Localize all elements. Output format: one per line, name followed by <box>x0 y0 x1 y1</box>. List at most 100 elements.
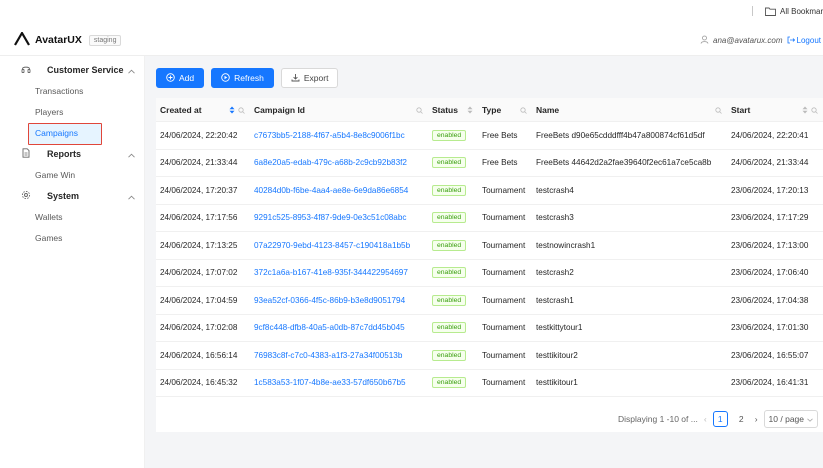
column-header-created-at[interactable]: Created at <box>156 98 250 121</box>
table-row[interactable]: 24/06/2024, 17:07:02 372c1a6a-b167-41e8-9… <box>156 260 823 287</box>
chevron-up-icon <box>128 150 135 160</box>
sidebar-item-game-win[interactable]: Game Win <box>0 164 144 185</box>
table-header: Created at Campaign Id Status Type Name … <box>156 98 823 122</box>
menu-group-customer-service[interactable]: Customer Service <box>0 59 144 80</box>
search-icon[interactable] <box>238 106 245 116</box>
cell-created-at: 24/06/2024, 17:13:25 <box>160 240 238 250</box>
table-row[interactable]: 24/06/2024, 17:13:25 07a22970-9ebd-4123-8… <box>156 232 823 260</box>
cell-campaign-id-link[interactable]: 93ea52cf-0366-4f5c-86b9-b3e8d9051794 <box>250 296 428 305</box>
add-button[interactable]: Add <box>156 68 205 88</box>
previous-page-icon[interactable]: ‹ <box>704 414 707 424</box>
column-header-label: Type <box>482 104 502 115</box>
sidebar-item-label: Wallets <box>35 211 63 222</box>
column-header-start[interactable]: Start <box>727 98 823 121</box>
column-header-label: Status <box>432 104 458 115</box>
menu-group-label: System <box>47 190 80 201</box>
environment-badge: staging <box>88 34 122 46</box>
table-row[interactable]: 24/06/2024, 17:04:59 93ea52cf-0366-4f5c-8… <box>156 287 823 315</box>
logout-icon <box>787 36 795 46</box>
search-icon[interactable] <box>715 106 722 116</box>
sidebar-item-campaigns[interactable]: Campaigns <box>0 122 144 145</box>
logout-link[interactable]: Logout <box>787 36 821 46</box>
cell-start: 23/06/2024, 16:41:31 <box>731 378 809 388</box>
logo[interactable]: AvatarUX staging <box>14 31 122 48</box>
menu-group-reports[interactable]: Reports <box>0 143 144 164</box>
page-size-select[interactable]: 10 / page <box>763 410 818 428</box>
cell-name: testtikitour2 <box>536 350 578 360</box>
cell-type: Free Bets <box>482 130 518 140</box>
cell-type: Free Bets <box>482 158 518 168</box>
search-icon[interactable] <box>416 106 423 116</box>
sidebar-item-wallets[interactable]: Wallets <box>0 206 144 227</box>
status-badge: enabled <box>432 377 467 389</box>
table-row[interactable]: 24/06/2024, 22:20:42 c7673bb5-2188-4f67-a… <box>156 122 823 150</box>
table-row[interactable]: 24/06/2024, 16:56:14 76983c8f-c7c0-4383-a… <box>156 342 823 370</box>
status-badge: enabled <box>432 239 467 251</box>
refresh-button[interactable]: Refresh <box>211 68 274 88</box>
column-header-label: Created at <box>160 104 202 115</box>
cell-campaign-id-link[interactable]: 9291c525-8953-4f87-9de9-0e3c51c08abc <box>250 213 428 222</box>
cell-campaign-id-link[interactable]: 6a8e20a5-edab-479c-a68b-2c9cb92b83f2 <box>250 158 428 167</box>
folder-icon <box>765 7 776 16</box>
sort-icon[interactable] <box>802 106 808 116</box>
cell-status: enabled <box>428 294 478 306</box>
cell-created-at: 24/06/2024, 17:20:37 <box>160 185 238 195</box>
sidebar-item-games[interactable]: Games <box>0 227 144 248</box>
export-button-label: Export <box>303 73 329 83</box>
cell-type: Tournament <box>482 185 526 195</box>
table-row[interactable]: 24/06/2024, 17:02:08 9cf8c448-dfb8-40a5-a… <box>156 315 823 342</box>
cell-campaign-id-link[interactable]: c7673bb5-2188-4f67-a5b4-8e8c9006f1bc <box>250 131 428 140</box>
all-bookmarks-button[interactable]: All Bookmarks <box>765 5 823 17</box>
cell-name: FreeBets d90e65cdddfff4b47a800874cf61d5d… <box>536 130 705 140</box>
cell-name: testcrash4 <box>536 185 574 195</box>
table-row[interactable]: 24/06/2024, 21:33:44 6a8e20a5-edab-479c-a… <box>156 150 823 177</box>
cell-type: Tournament <box>482 350 526 360</box>
cell-start: 23/06/2024, 17:04:38 <box>731 295 809 305</box>
column-header-label: Start <box>731 104 751 115</box>
sidebar-item-transactions[interactable]: Transactions <box>0 80 144 101</box>
chevron-up-icon <box>128 66 135 76</box>
cell-start: 23/06/2024, 17:13:00 <box>731 240 809 250</box>
next-page-icon[interactable]: › <box>755 414 758 424</box>
column-header-status[interactable]: Status <box>428 98 478 121</box>
headset-icon <box>21 64 31 76</box>
toolbar: Add Refresh Export <box>156 68 339 88</box>
logout-label: Logout <box>796 36 821 45</box>
search-icon[interactable] <box>520 106 527 116</box>
gear-icon <box>21 190 31 202</box>
column-header-name[interactable]: Name <box>532 98 727 121</box>
page-button-current[interactable]: 1 <box>712 411 728 427</box>
sidebar-item-players[interactable]: Players <box>0 101 144 122</box>
column-header-icons <box>520 106 527 116</box>
cell-campaign-id-link[interactable]: 76983c8f-c7c0-4383-a1f3-27a34f00513b <box>250 351 428 360</box>
status-badge: enabled <box>432 349 467 361</box>
column-header-type[interactable]: Type <box>478 98 532 121</box>
cell-created-at: 24/06/2024, 17:07:02 <box>160 268 238 278</box>
download-icon <box>291 73 300 84</box>
page-button-next[interactable]: 2 <box>734 411 749 427</box>
cell-campaign-id-link[interactable]: 07a22970-9ebd-4123-8457-c190418a1b5b <box>250 241 428 250</box>
cell-campaign-id-link[interactable]: 9cf8c448-dfb8-40a5-a0db-87c7dd45b045 <box>250 323 428 332</box>
table-row[interactable]: 24/06/2024, 17:17:56 9291c525-8953-4f87-9… <box>156 205 823 232</box>
cell-campaign-id-link[interactable]: 40284d0b-f6be-4aa4-ae8e-6e9da86e6854 <box>250 186 428 195</box>
menu-group-system[interactable]: System <box>0 185 144 206</box>
status-badge: enabled <box>432 184 467 196</box>
main-content: Add Refresh Export Created at Campaign I… <box>145 56 823 468</box>
sidebar-item-label: Game Win <box>35 169 76 180</box>
status-badge: enabled <box>432 322 467 334</box>
cell-campaign-id-link[interactable]: 1c583a53-1f07-4b8e-ae33-57df650b67b5 <box>250 378 428 387</box>
cell-status: enabled <box>428 212 478 224</box>
column-header-icons <box>802 106 818 116</box>
table-row[interactable]: 24/06/2024, 17:20:37 40284d0b-f6be-4aa4-a… <box>156 177 823 205</box>
sort-icon[interactable] <box>467 106 473 116</box>
column-header-campaign-id[interactable]: Campaign Id <box>250 98 428 121</box>
all-bookmarks-label: All Bookmarks <box>780 6 823 16</box>
table-row[interactable]: 24/06/2024, 16:45:32 1c583a53-1f07-4b8e-a… <box>156 370 823 397</box>
cell-campaign-id-link[interactable]: 372c1a6a-b167-41e8-935f-344422954697 <box>250 268 428 277</box>
pagination-info: Displaying 1 -10 of ... <box>618 414 698 424</box>
plus-circle-icon <box>166 72 175 84</box>
column-header-icons <box>416 106 423 116</box>
export-button[interactable]: Export <box>280 68 339 88</box>
search-icon[interactable] <box>811 106 818 116</box>
sort-icon[interactable] <box>229 106 235 116</box>
